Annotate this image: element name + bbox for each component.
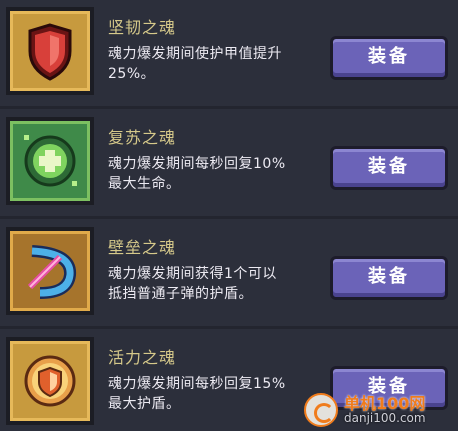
equip-button[interactable]: 装备 bbox=[330, 256, 448, 300]
desc-line: 抵挡普通子弹的护盾。 bbox=[108, 286, 253, 302]
watermark-url: danji100.com bbox=[344, 411, 426, 425]
list-item-soul: 复苏之魂 魂力爆发期间每秒回复10% 最大生命。 装备 bbox=[0, 110, 458, 214]
desc-line: 魂力爆发期间每秒回复15% bbox=[108, 376, 286, 392]
watermark-logo-icon bbox=[304, 393, 338, 427]
soul-name: 壁垒之魂 bbox=[108, 238, 177, 257]
divider bbox=[0, 106, 458, 109]
red-shield-icon bbox=[6, 7, 94, 95]
desc-line: 最大生命。 bbox=[108, 176, 181, 192]
divider bbox=[0, 216, 458, 219]
soul-description: 魂力爆发期间每秒回复15% 最大护盾。 bbox=[108, 374, 318, 414]
watermark: 单机100网 danji100.com bbox=[304, 389, 454, 429]
soul-description: 魂力爆发期间获得1个可以 抵挡普通子弹的护盾。 bbox=[108, 264, 318, 304]
soul-description: 魂力爆发期间每秒回复10% 最大生命。 bbox=[108, 154, 318, 194]
divider bbox=[0, 326, 458, 329]
desc-line: 最大护盾。 bbox=[108, 396, 181, 412]
soul-list: 坚韧之魂 魂力爆发期间使护甲值提升 25%。 装备 复苏之魂 魂力爆发期间每秒回… bbox=[0, 0, 458, 431]
soul-name: 复苏之魂 bbox=[108, 128, 177, 147]
gold-shield-orb-icon bbox=[6, 337, 94, 425]
equip-button[interactable]: 装备 bbox=[330, 146, 448, 190]
desc-line: 魂力爆发期间使护甲值提升 bbox=[108, 46, 282, 62]
soul-name: 活力之魂 bbox=[108, 348, 177, 367]
desc-line: 25%。 bbox=[108, 66, 156, 82]
list-item-soul: 壁垒之魂 魂力爆发期间获得1个可以 抵挡普通子弹的护盾。 装备 bbox=[0, 220, 458, 324]
equip-button[interactable]: 装备 bbox=[330, 36, 448, 80]
blue-barrier-bow-icon bbox=[6, 227, 94, 315]
list-item-soul: 坚韧之魂 魂力爆发期间使护甲值提升 25%。 装备 bbox=[0, 0, 458, 104]
desc-line: 魂力爆发期间每秒回复10% bbox=[108, 156, 286, 172]
soul-name: 坚韧之魂 bbox=[108, 18, 177, 37]
green-heal-orb-icon bbox=[6, 117, 94, 205]
desc-line: 魂力爆发期间获得1个可以 bbox=[108, 266, 277, 282]
soul-description: 魂力爆发期间使护甲值提升 25%。 bbox=[108, 44, 318, 84]
